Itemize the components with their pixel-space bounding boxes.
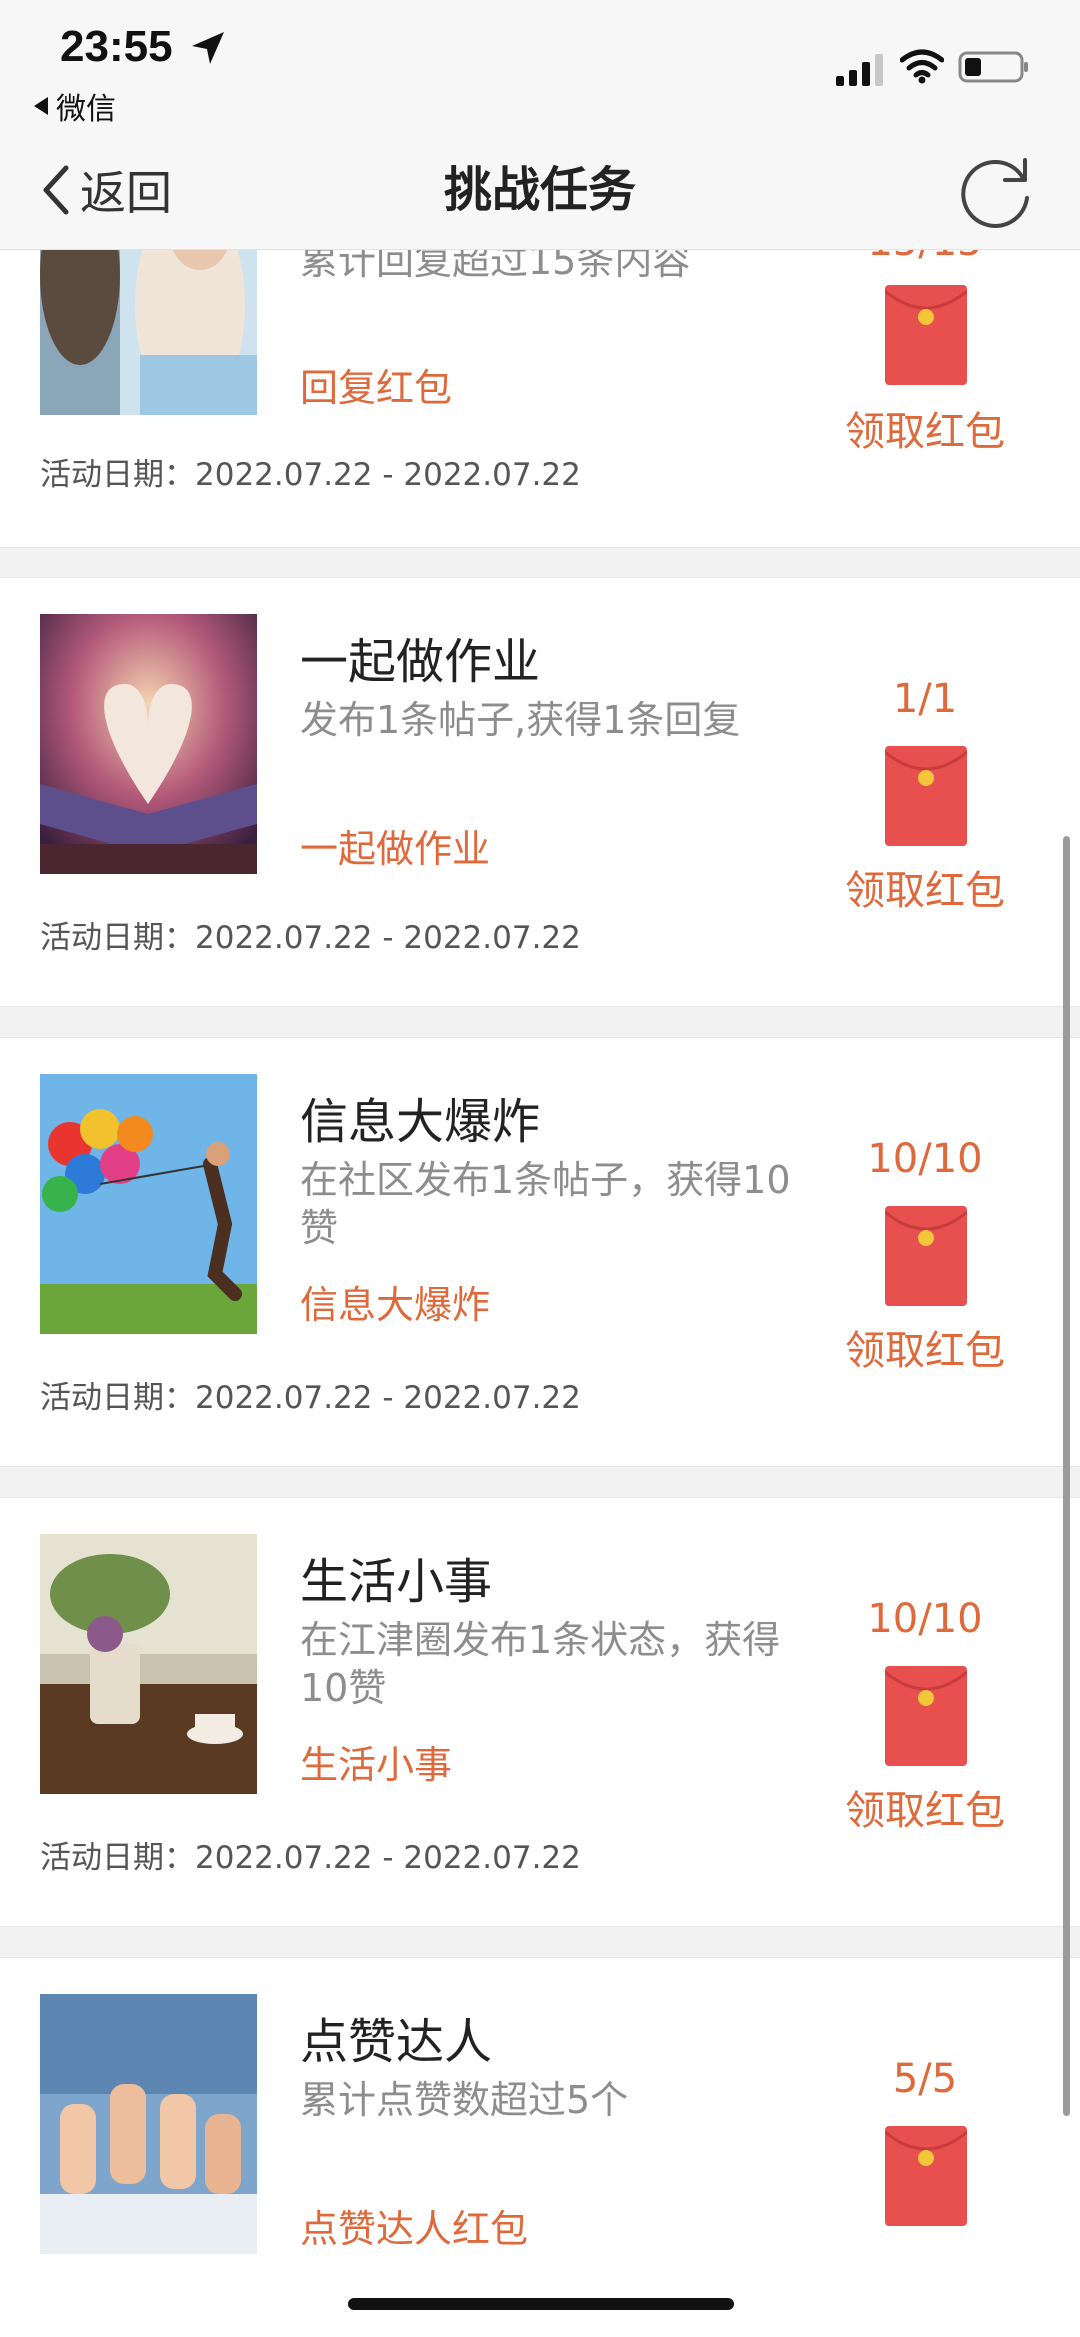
battery-icon [958, 51, 1028, 83]
task-title: 一起做作业 [300, 634, 541, 690]
task-thumbnail-table-cup [40, 1534, 257, 1794]
task-progress: 10/10 [867, 1136, 983, 1182]
cellular-signal-icon [836, 54, 883, 86]
location-arrow-icon [192, 32, 224, 64]
red-envelope-icon[interactable] [885, 2126, 967, 2226]
task-title: 点赞达人 [300, 2014, 493, 2070]
task-link[interactable]: 信息大爆炸 [300, 1274, 490, 1329]
task-date: 活动日期：2022.07.22 - 2022.07.22 [40, 920, 581, 956]
claim-button[interactable]: 领取红包 [825, 399, 1025, 457]
task-link[interactable]: 一起做作业 [300, 818, 490, 873]
task-date: 活动日期：2022.07.22 - 2022.07.22 [40, 1840, 581, 1876]
claim-button[interactable]: 领取红包 [825, 858, 1025, 916]
red-envelope-icon[interactable] [885, 746, 967, 846]
task-link[interactable]: 点赞达人红包 [300, 2198, 528, 2253]
task-card[interactable]: 信息大爆炸 在社区发布1条帖子，获得10赞 信息大爆炸 活动日期：2022.07… [0, 1037, 1080, 1467]
task-card[interactable]: 一起做作业 发布1条帖子,获得1条回复 一起做作业 活动日期：2022.07.2… [0, 577, 1080, 1007]
task-card[interactable]: 生活小事 在江津圈发布1条状态，获得10赞 生活小事 活动日期：2022.07.… [0, 1497, 1080, 1927]
claim-button[interactable]: 领取红包 [825, 1318, 1025, 1376]
top-bar: 23:55 微信 返回 挑战任务 [0, 0, 1080, 250]
red-envelope-icon[interactable] [885, 1206, 967, 1306]
task-thumbnail-balloons [40, 1074, 257, 1334]
refresh-icon[interactable] [955, 150, 1037, 232]
status-time: 23:55 [60, 22, 173, 71]
task-description: 在江津圈发布1条状态，获得10赞 [300, 1618, 781, 1710]
task-progress: 10/10 [867, 1596, 983, 1642]
back-to-app[interactable]: 微信 [34, 84, 116, 128]
task-card[interactable]: 点赞达人 累计点赞数超过5个 点赞达人红包 5/5 [0, 1957, 1080, 2337]
home-indicator[interactable] [348, 2298, 734, 2310]
back-app-label: 微信 [56, 92, 116, 127]
red-envelope-icon[interactable] [885, 1666, 967, 1766]
task-description: 发布1条帖子,获得1条回复 [300, 698, 741, 742]
task-description: 累计点赞数超过5个 [300, 2078, 629, 2122]
task-progress: 1/1 [892, 676, 958, 722]
back-triangle-icon [34, 97, 48, 115]
task-thumbnail-book-heart [40, 614, 257, 874]
red-envelope-icon[interactable] [885, 285, 967, 385]
task-title: 信息大爆炸 [300, 1094, 541, 1150]
task-progress: 5/5 [892, 2056, 958, 2102]
task-thumbnail-thumbs-up [40, 1994, 257, 2254]
task-title: 生活小事 [300, 1554, 493, 1610]
scrollbar[interactable] [1063, 836, 1070, 2116]
page-title: 挑战任务 [443, 162, 636, 218]
task-date: 活动日期：2022.07.22 - 2022.07.22 [40, 1380, 581, 1416]
task-description: 在社区发布1条帖子，获得10赞 [300, 1158, 791, 1250]
claim-button[interactable]: 领取红包 [825, 1778, 1025, 1836]
task-date: 活动日期：2022.07.22 - 2022.07.22 [40, 457, 581, 493]
task-link[interactable]: 生活小事 [300, 1734, 452, 1789]
wifi-icon [900, 49, 944, 84]
task-link[interactable]: 回复红包 [300, 357, 452, 412]
